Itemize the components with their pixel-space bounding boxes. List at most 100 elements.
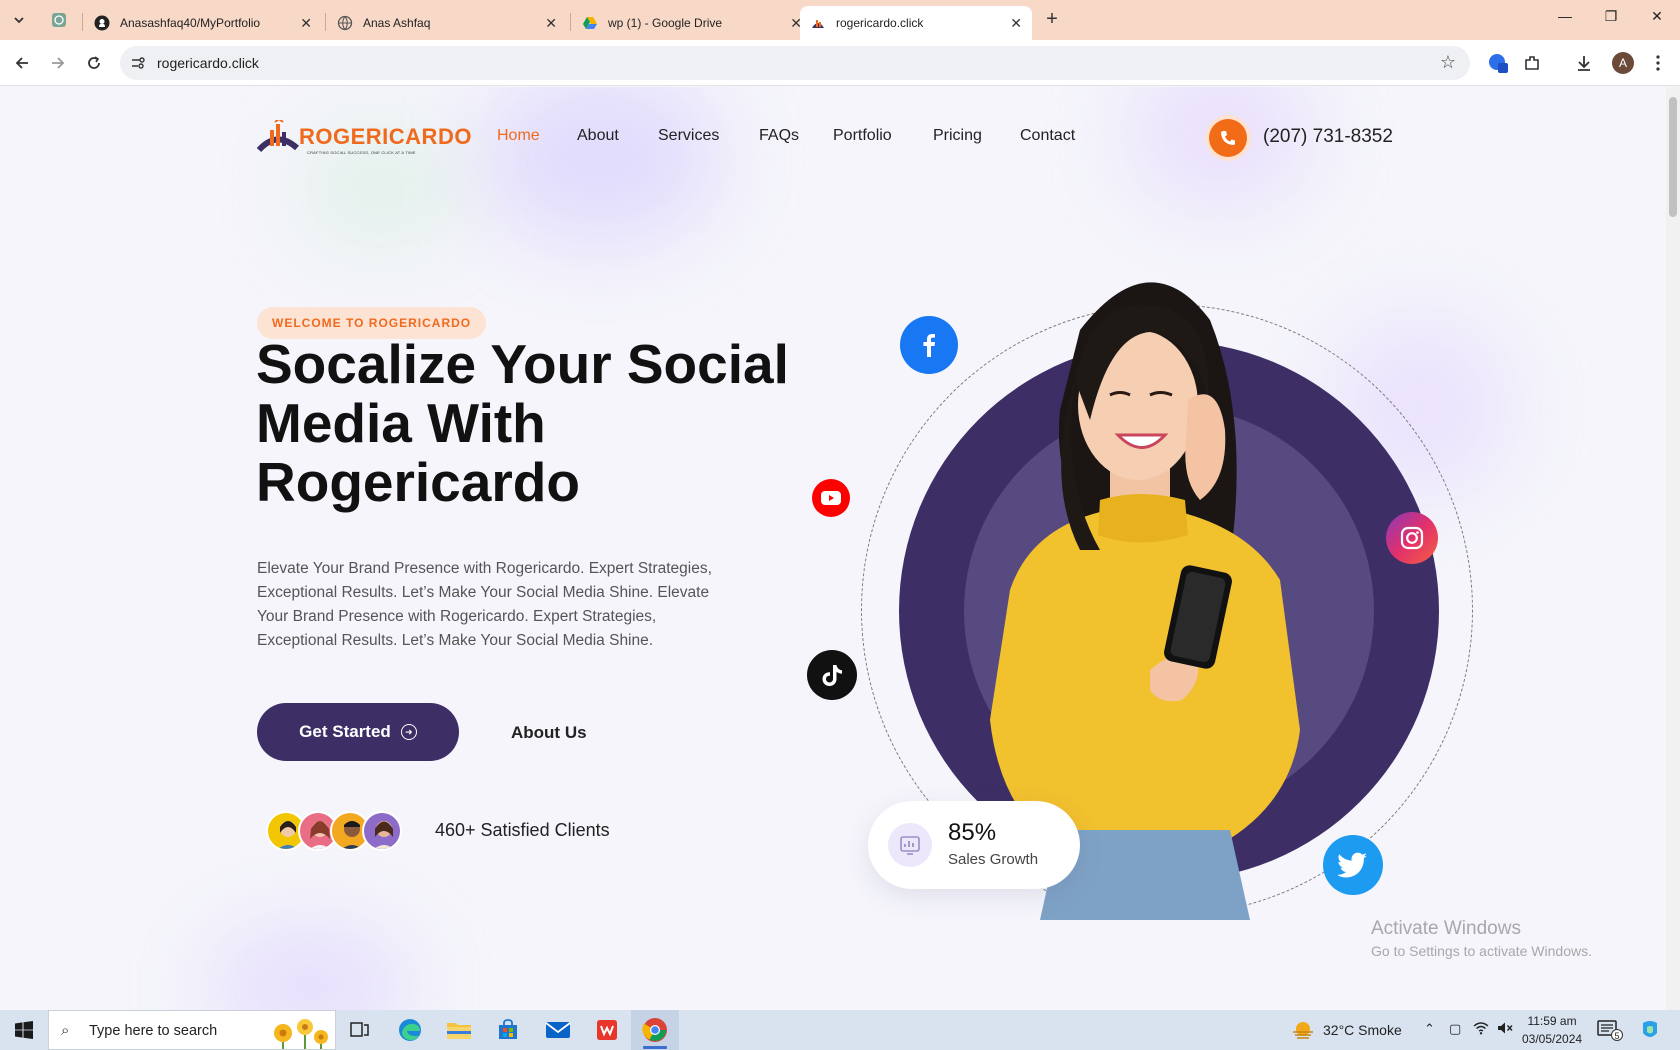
tab-google-drive[interactable]: wp (1) - Google Drive ✕	[572, 6, 812, 40]
browser-toolbar: rogericardo.click ☆ A	[0, 40, 1680, 86]
phone-number[interactable]: (207) 731-8352	[1263, 126, 1393, 148]
notification-center-icon[interactable]: 5	[1597, 1020, 1623, 1041]
file-explorer-icon[interactable]	[439, 1015, 479, 1045]
system-clock[interactable]: 11:59 am 03/05/2024	[1522, 1012, 1582, 1048]
search-highlight-flowers-icon	[274, 1019, 328, 1049]
tab-separator	[325, 13, 326, 31]
browser-tab-strip: Anasashfaq40/MyPortfolio ✕ Anas Ashfaq ✕…	[0, 0, 1680, 40]
back-button[interactable]	[10, 51, 34, 75]
chevron-down-icon	[14, 17, 24, 24]
copilot-extension-icon[interactable]	[1486, 51, 1510, 75]
page-scrollbar[interactable]	[1666, 87, 1680, 1010]
search-icon: ⌕	[61, 1022, 70, 1039]
activate-windows-subtitle: Go to Settings to activate Windows.	[1371, 943, 1592, 959]
nav-contact[interactable]: Contact	[1020, 127, 1075, 145]
reload-button[interactable]	[82, 51, 106, 75]
twitter-icon[interactable]	[1323, 835, 1383, 895]
window-close-button[interactable]: ✕	[1642, 8, 1672, 25]
weather-sun-haze-icon	[1293, 1022, 1313, 1039]
tab-label: rogericardo.click	[836, 16, 924, 30]
close-icon[interactable]: ✕	[1010, 15, 1022, 32]
clock-date: 03/05/2024	[1522, 1032, 1583, 1046]
tab-label: wp (1) - Google Drive	[608, 16, 723, 30]
facebook-icon[interactable]	[900, 316, 958, 374]
site-logo[interactable]: ROGERICARDO CRAFTING SOCIAL SUCCESS, ONE…	[257, 120, 471, 160]
chart-icon	[888, 823, 932, 867]
taskbar-search-input[interactable]: ⌕ Type here to search	[48, 1010, 336, 1050]
reload-icon	[88, 56, 100, 69]
satisfied-clients-text: 460+ Satisfied Clients	[435, 820, 610, 840]
url-text: rogericardo.click	[157, 55, 259, 71]
youtube-icon[interactable]	[812, 479, 850, 517]
get-started-label: Get Started	[299, 722, 391, 741]
mail-icon[interactable]	[538, 1015, 578, 1045]
nav-pricing[interactable]: Pricing	[933, 127, 982, 145]
tab-anas-ashfaq[interactable]: Anas Ashfaq ✕	[327, 6, 567, 40]
new-tab-button[interactable]: +	[1040, 8, 1064, 31]
sales-growth-label: Sales Growth	[948, 851, 1039, 868]
network-icon[interactable]	[1473, 1021, 1489, 1038]
download-icon[interactable]	[1572, 51, 1596, 75]
about-us-button[interactable]: About Us	[511, 723, 587, 743]
microsoft-store-icon[interactable]	[488, 1015, 528, 1045]
activate-windows-title: Activate Windows	[1371, 918, 1521, 939]
scrollbar-thumb[interactable]	[1669, 97, 1677, 217]
tab-rogericardo-active[interactable]: rogericardo.click ✕	[800, 6, 1032, 40]
meet-now-icon[interactable]: ▢	[1449, 1021, 1461, 1037]
clock-time: 11:59 am	[1527, 1014, 1577, 1028]
background-blob	[210, 927, 410, 1010]
notification-count-badge: 5	[1611, 1029, 1623, 1041]
instagram-icon[interactable]	[1386, 512, 1438, 564]
hero-headline: Socalize Your Social Media With Rogerica…	[256, 333, 789, 513]
arrow-right-icon	[52, 57, 65, 69]
nav-services[interactable]: Services	[658, 127, 719, 145]
copilot-taskbar-icon[interactable]	[1630, 1015, 1670, 1045]
volume-muted-icon[interactable]	[1497, 1021, 1513, 1038]
nav-about[interactable]: About	[577, 127, 619, 145]
background-blob	[480, 87, 720, 247]
arrow-left-icon	[15, 57, 28, 69]
hero-description: Elevate Your Brand Presence with Rogeric…	[257, 560, 712, 649]
windows-logo-icon	[15, 1021, 33, 1039]
sales-growth-card: 85% Sales Growth	[868, 801, 1080, 889]
nav-faqs[interactable]: FAQs	[759, 127, 799, 145]
address-bar[interactable]: rogericardo.click ☆	[120, 46, 1470, 80]
tab-pinned-chatgpt[interactable]	[48, 10, 70, 30]
arrow-right-circle-icon: ➜	[400, 724, 417, 740]
weather-widget[interactable]: 32°C Smoke	[1291, 1020, 1402, 1040]
forward-button[interactable]	[46, 51, 70, 75]
kebab-menu-icon[interactable]	[1646, 51, 1670, 75]
tiktok-icon[interactable]	[807, 650, 857, 700]
wps-office-icon[interactable]	[587, 1015, 627, 1045]
site-info-icon[interactable]	[130, 55, 146, 71]
windows-taskbar: ⌕ Type here to search 32°C Smoke ⌃ ▢ 11:…	[0, 1010, 1680, 1050]
taskbar-search-placeholder: Type here to search	[89, 1023, 218, 1039]
nav-home[interactable]: Home	[497, 127, 540, 145]
logo-tagline: CRAFTING SOCIAL SUCCESS, ONE CLICK AT A …	[307, 150, 416, 155]
close-icon[interactable]: ✕	[545, 15, 557, 32]
profile-avatar[interactable]: A	[1612, 52, 1634, 74]
tab-search-button[interactable]	[6, 8, 32, 32]
nav-portfolio[interactable]: Portfolio	[833, 127, 892, 145]
tab-github[interactable]: Anasashfaq40/MyPortfolio ✕	[84, 6, 322, 40]
phone-icon[interactable]	[1209, 119, 1247, 157]
get-started-button[interactable]: Get Started ➜	[257, 703, 459, 761]
logo-mark-icon	[257, 120, 300, 153]
github-icon	[94, 15, 110, 31]
task-view-icon[interactable]	[340, 1015, 380, 1045]
tab-separator	[570, 13, 571, 31]
edge-icon[interactable]	[390, 1015, 430, 1045]
chrome-icon[interactable]	[635, 1015, 675, 1049]
google-drive-icon	[582, 15, 598, 31]
globe-icon	[337, 15, 353, 31]
chatgpt-icon	[52, 13, 66, 27]
webpage-viewport: ROGERICARDO CRAFTING SOCIAL SUCCESS, ONE…	[0, 87, 1666, 1010]
minimize-button[interactable]: —	[1550, 8, 1580, 24]
restore-button[interactable]: ❐	[1596, 8, 1626, 25]
bookmark-star-icon[interactable]: ☆	[1440, 52, 1456, 73]
close-icon[interactable]: ✕	[300, 15, 312, 32]
extensions-icon[interactable]	[1520, 51, 1544, 75]
start-button[interactable]	[0, 1010, 48, 1050]
show-hidden-icons-icon[interactable]: ⌃	[1424, 1021, 1435, 1037]
weather-text: 32°C Smoke	[1323, 1022, 1402, 1038]
